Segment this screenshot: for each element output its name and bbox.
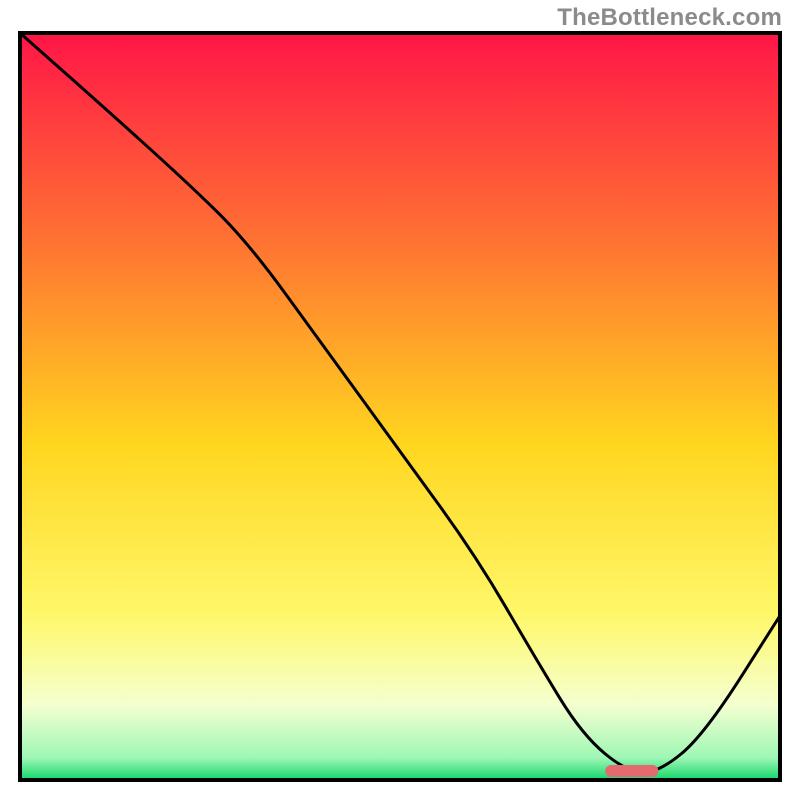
- chart-stage: TheBottleneck.com: [0, 0, 800, 800]
- gradient-background: [20, 33, 780, 780]
- optimal-zone-marker: [605, 765, 658, 777]
- bottleneck-chart: [0, 0, 800, 800]
- plot-area: [20, 33, 780, 780]
